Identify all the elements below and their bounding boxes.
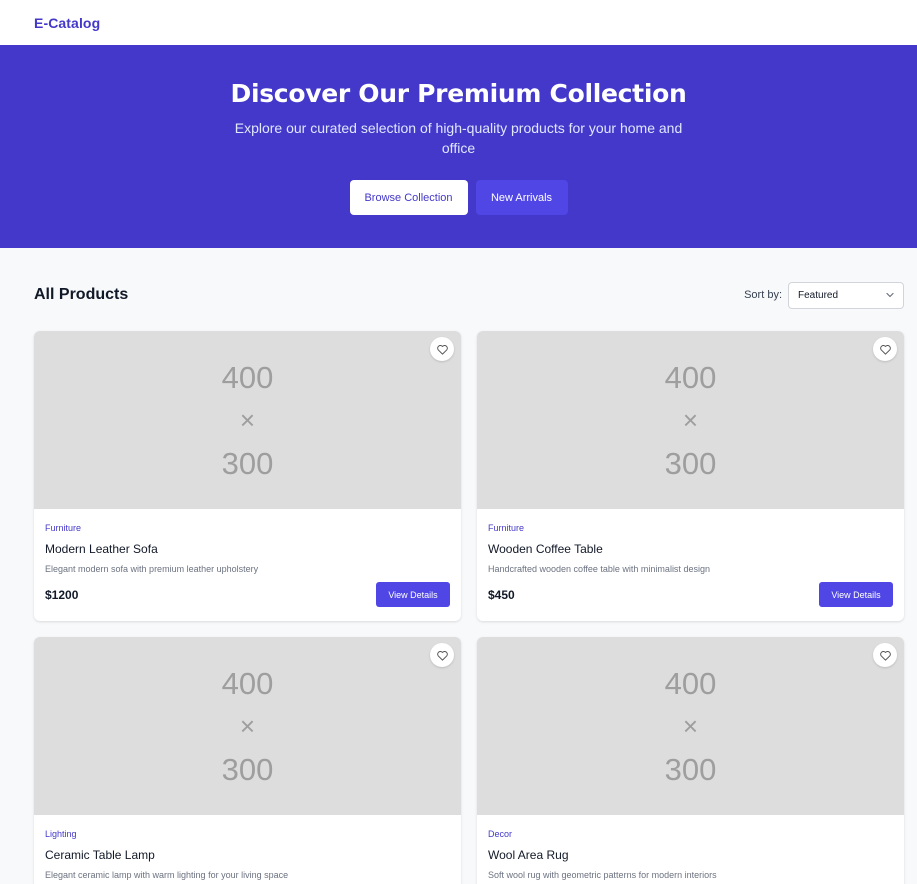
favorite-button[interactable]	[430, 643, 454, 667]
product-price: $1200	[45, 587, 79, 602]
placeholder-times: ×	[682, 404, 699, 435]
product-category[interactable]: Decor	[488, 829, 893, 839]
product-image-placeholder: 400 × 300	[477, 637, 904, 815]
favorite-button[interactable]	[873, 643, 897, 667]
product-card[interactable]: 400 × 300 Decor Wool Area Rug Soft wool …	[477, 637, 904, 884]
product-category[interactable]: Furniture	[488, 523, 893, 533]
sort-control: Sort by: Featured	[744, 281, 904, 309]
sort-select[interactable]: Featured	[788, 281, 904, 309]
heart-icon	[879, 650, 891, 661]
product-description: Handcrafted wooden coffee table with min…	[488, 564, 710, 574]
product-image-placeholder: 400 × 300	[34, 637, 461, 815]
product-info: Lighting Ceramic Table Lamp Elegant cera…	[34, 815, 461, 880]
product-info: Decor Wool Area Rug Soft wool rug with g…	[477, 815, 904, 880]
favorite-button[interactable]	[430, 337, 454, 361]
placeholder-width: 400	[664, 665, 717, 701]
heart-icon	[436, 650, 448, 661]
placeholder-times: ×	[239, 710, 256, 741]
placeholder-times: ×	[239, 404, 256, 435]
placeholder-times: ×	[682, 710, 699, 741]
placeholder-height: 300	[221, 751, 274, 787]
brand-logo[interactable]: E-Catalog	[34, 15, 100, 31]
placeholder-width: 400	[664, 359, 717, 395]
hero-title: Discover Our Premium Collection	[230, 79, 687, 108]
product-category[interactable]: Furniture	[45, 523, 450, 533]
products-header: All Products Sort by: Featured	[34, 271, 904, 319]
view-details-button[interactable]: View Details	[376, 582, 450, 607]
view-details-button[interactable]: View Details	[819, 582, 893, 607]
favorite-button[interactable]	[873, 337, 897, 361]
browse-collection-button[interactable]: Browse Collection	[349, 180, 468, 215]
hero-subtitle: Explore our curated selection of high-qu…	[234, 120, 683, 156]
product-info: Furniture Wooden Coffee Table Handcrafte…	[477, 509, 904, 607]
product-name[interactable]: Modern Leather Sofa	[45, 542, 450, 556]
product-footer: $450 View Details	[488, 582, 893, 607]
heart-icon	[879, 344, 891, 355]
products-main: All Products Sort by: Featured 400 × 300	[0, 271, 917, 884]
product-info: Furniture Modern Leather Sofa Elegant mo…	[34, 509, 461, 607]
hero-actions: Browse Collection New Arrivals	[349, 180, 568, 215]
product-name[interactable]: Ceramic Table Lamp	[45, 848, 450, 862]
product-name[interactable]: Wooden Coffee Table	[488, 542, 893, 556]
placeholder-height: 300	[221, 445, 274, 481]
product-price: $450	[488, 587, 515, 602]
placeholder-height: 300	[664, 751, 717, 787]
placeholder-height: 300	[664, 445, 717, 481]
product-card[interactable]: 400 × 300 Furniture Modern Leather Sofa …	[34, 331, 461, 621]
sort-select-value: Featured	[798, 289, 839, 301]
new-arrivals-button[interactable]: New Arrivals	[475, 180, 568, 215]
sort-label: Sort by:	[744, 289, 782, 301]
chevron-down-icon	[886, 292, 894, 298]
section-title: All Products	[34, 286, 129, 303]
product-name[interactable]: Wool Area Rug	[488, 848, 893, 862]
placeholder-width: 400	[221, 359, 274, 395]
product-card[interactable]: 400 × 300 Lighting Ceramic Table Lamp El…	[34, 637, 461, 884]
product-category[interactable]: Lighting	[45, 829, 450, 839]
product-image-placeholder: 400 × 300	[34, 331, 461, 509]
product-description: Elegant modern sofa with premium leather…	[45, 564, 259, 574]
hero-banner: Discover Our Premium Collection Explore …	[0, 45, 917, 248]
placeholder-width: 400	[221, 665, 274, 701]
product-grid: 400 × 300 Furniture Modern Leather Sofa …	[34, 331, 904, 884]
product-description: Soft wool rug with geometric patterns fo…	[488, 870, 717, 880]
product-card[interactable]: 400 × 300 Furniture Wooden Coffee Table …	[477, 331, 904, 621]
heart-icon	[436, 344, 448, 355]
top-bar: E-Catalog	[0, 0, 917, 45]
product-image-placeholder: 400 × 300	[477, 331, 904, 509]
product-description: Elegant ceramic lamp with warm lighting …	[45, 870, 289, 880]
product-footer: $1200 View Details	[45, 582, 450, 607]
